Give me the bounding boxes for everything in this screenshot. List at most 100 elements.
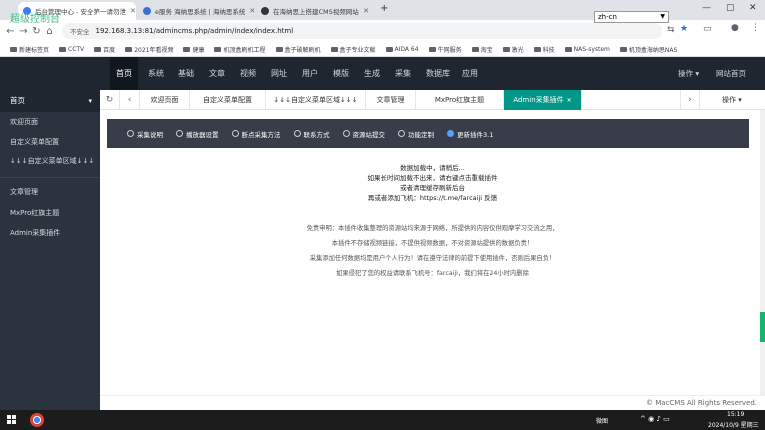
tab-admin-collect[interactable]: Admin采集插件 ✕ [504,90,582,110]
sidebar-item-mxpro[interactable]: MxPro红旗主题 [0,205,100,221]
app-logo[interactable]: 超级控制台 [10,10,60,25]
sidebar-item-custom-area[interactable]: ↓↓↓自定义菜单区域↓↓↓ [0,153,100,169]
toolbar-button[interactable]: 采集说明 [127,129,163,139]
sidebar-header[interactable]: 首页 ▾ [0,90,100,112]
chrome-taskbar-icon[interactable] [30,413,44,427]
toolbar-item-icon [127,130,134,137]
nav-item[interactable]: 网址 [265,57,293,90]
back-icon[interactable]: ← [4,26,17,37]
disclaimer-line: 免责申明：本插件收集整理的资源站均来源于网络，所提供的内容仅供观摩学习交流之用， [306,225,559,232]
menu-icon[interactable]: ⋮ [751,23,760,33]
sidebar-item-custom-menu[interactable]: 自定义菜单配置 [0,134,100,150]
toolbar-button[interactable]: 更新插件3.1 [447,129,493,139]
browser-tab-hinas[interactable]: e服务 海纳思系统 | 海纳思系统 ✕ [138,2,256,20]
security-warning-label[interactable]: 不安全 [70,26,90,36]
tab-custom-menu[interactable]: 自定义菜单配置 [190,90,266,110]
sidebar-item-welcome[interactable]: 欢迎页面 [0,114,100,130]
nav-item[interactable]: 文章 [203,57,231,90]
close-icon[interactable]: ✕ [749,3,757,13]
close-icon[interactable]: ✕ [130,7,136,15]
disclaimer-line: 采集添加任何数据均是用户个人行为！请在遵守法律的前提下使用插件，否则后果自负！ [309,255,556,262]
folder-icon [619,46,627,52]
refresh-icon[interactable]: ↻ [100,90,120,110]
sidepanel-icon[interactable]: ▭ [703,24,712,34]
scrollbar-track[interactable] [760,110,765,395]
toolbar-button[interactable]: 联系方式 [293,129,330,139]
close-icon[interactable]: ✕ [249,7,255,15]
toolbar-button[interactable]: 播放器设置 [176,129,219,139]
bookmark-label: 健康 [192,46,205,54]
windows-start-icon[interactable] [7,415,17,425]
nav-item[interactable]: 数据库 [420,57,456,90]
tab-welcome[interactable]: 欢迎页面 [140,90,190,110]
sidebar-item-articles[interactable]: 文章管理 [0,184,100,200]
bookmark-item[interactable]: 百度 [90,45,119,54]
chevron-right-icon[interactable]: › [680,90,700,110]
tab-mxpro[interactable]: MxPro红旗主题 [416,90,504,110]
reload-icon[interactable]: ↻ [30,26,43,37]
minimize-icon[interactable]: — [702,3,711,13]
bookmark-item[interactable]: 机顶盒海纳思NAS [616,45,681,54]
forward-icon[interactable]: → [17,26,30,37]
nav-item[interactable]: 应用 [457,57,483,90]
bookmark-label: 2021年看视频 [134,46,174,54]
bookmark-item[interactable]: 科技 [530,45,559,54]
nav-item[interactable]: 首页 [110,57,138,90]
chevron-left-icon[interactable]: ‹ [120,90,140,110]
tab-custom-area[interactable]: ↓↓↓自定义菜单区域↓↓↓ [266,90,366,110]
tray-icons[interactable]: ^ ◉ ♪ ▭ [640,415,670,423]
plus-icon[interactable]: + [380,3,388,14]
bookmark-item[interactable]: 机顶盒刷机工程 [210,45,269,54]
nav-item[interactable]: 视频 [234,57,262,90]
browser-tab-cms[interactable]: 在海纳思上搭建CMS视频网站 ✕ [256,2,374,20]
close-icon[interactable]: ✕ [363,7,369,15]
bookmark-item[interactable]: 激光 [499,45,528,54]
bookmark-item[interactable]: 新建标签页 [6,45,53,54]
toolbar-button[interactable]: 资源站提交 [342,129,385,139]
bookmark-item[interactable]: AIDA 64 [382,46,423,53]
tab-title: 在海纳思上搭建CMS视频网站 [273,8,359,16]
scrollbar-thumb[interactable] [760,312,765,342]
bookmark-item[interactable]: CCTV [55,46,88,53]
clock-time[interactable]: 15:19 [727,411,744,418]
toolbar-item-icon [293,130,301,137]
header-ops-link[interactable]: 操作 ▾ [678,57,699,90]
language-select[interactable]: zh-cn ▼ [594,11,669,23]
bookmark-item[interactable]: 健康 [179,45,208,54]
toolbar-button[interactable]: 断点采集方法 [231,129,281,139]
site-home-link[interactable]: 网站首页 [716,57,746,90]
nav-item[interactable]: 系统 [142,57,170,90]
tray-label[interactable]: 微图 [596,416,608,425]
sidebar-header-label: 首页 [10,96,25,105]
sidebar-divider [0,177,100,178]
nav-item[interactable]: 基础 [172,57,200,90]
clock-date[interactable]: 2024/10/9 星期三 [708,420,759,429]
nav-item[interactable]: 采集 [389,57,417,90]
bookmark-item[interactable]: 2021年看视频 [121,45,177,54]
close-icon[interactable]: ✕ [567,97,572,104]
nav-item[interactable]: 生成 [358,57,386,90]
nav-item[interactable]: 模版 [327,57,355,90]
bookmark-item[interactable]: 淘宝 [468,45,497,54]
folder-icon [10,46,17,52]
tab-articles[interactable]: 文章管理 [366,90,416,110]
toolbar-button[interactable]: 功能定制 [398,129,434,139]
address-bar[interactable]: 不安全 192.168.3.13:81/admincms.php/admin/i… [62,23,662,39]
home-icon[interactable]: ⌂ [43,26,56,37]
translate-icon[interactable]: ⇆ [667,25,675,35]
toolbar-label: 采集说明 [137,130,163,139]
sidebar-item-admin-collect[interactable]: Admin采集插件 [0,225,100,241]
bookmark-item[interactable]: 盒子破解刷机 [272,45,325,54]
bookmark-item[interactable]: 盒子专业文献 [327,45,380,54]
dots-icon[interactable]: ••• [90,10,106,20]
bookmark-item[interactable]: NAS-system [561,46,614,53]
star-icon[interactable]: ★ [680,24,688,34]
content-ops-button[interactable]: 操作 ▾ [722,90,742,110]
bookmark-label: 激光 [511,46,524,54]
url-text[interactable]: 192.168.3.13:81/admincms.php/admin/index… [96,27,294,35]
nav-item[interactable]: 用户 [296,57,324,90]
site-favicon-icon [261,7,269,15]
profile-icon[interactable]: ● [731,23,739,33]
restore-icon[interactable]: ▢ [726,3,735,13]
bookmark-item[interactable]: 牛网服务 [425,45,466,54]
